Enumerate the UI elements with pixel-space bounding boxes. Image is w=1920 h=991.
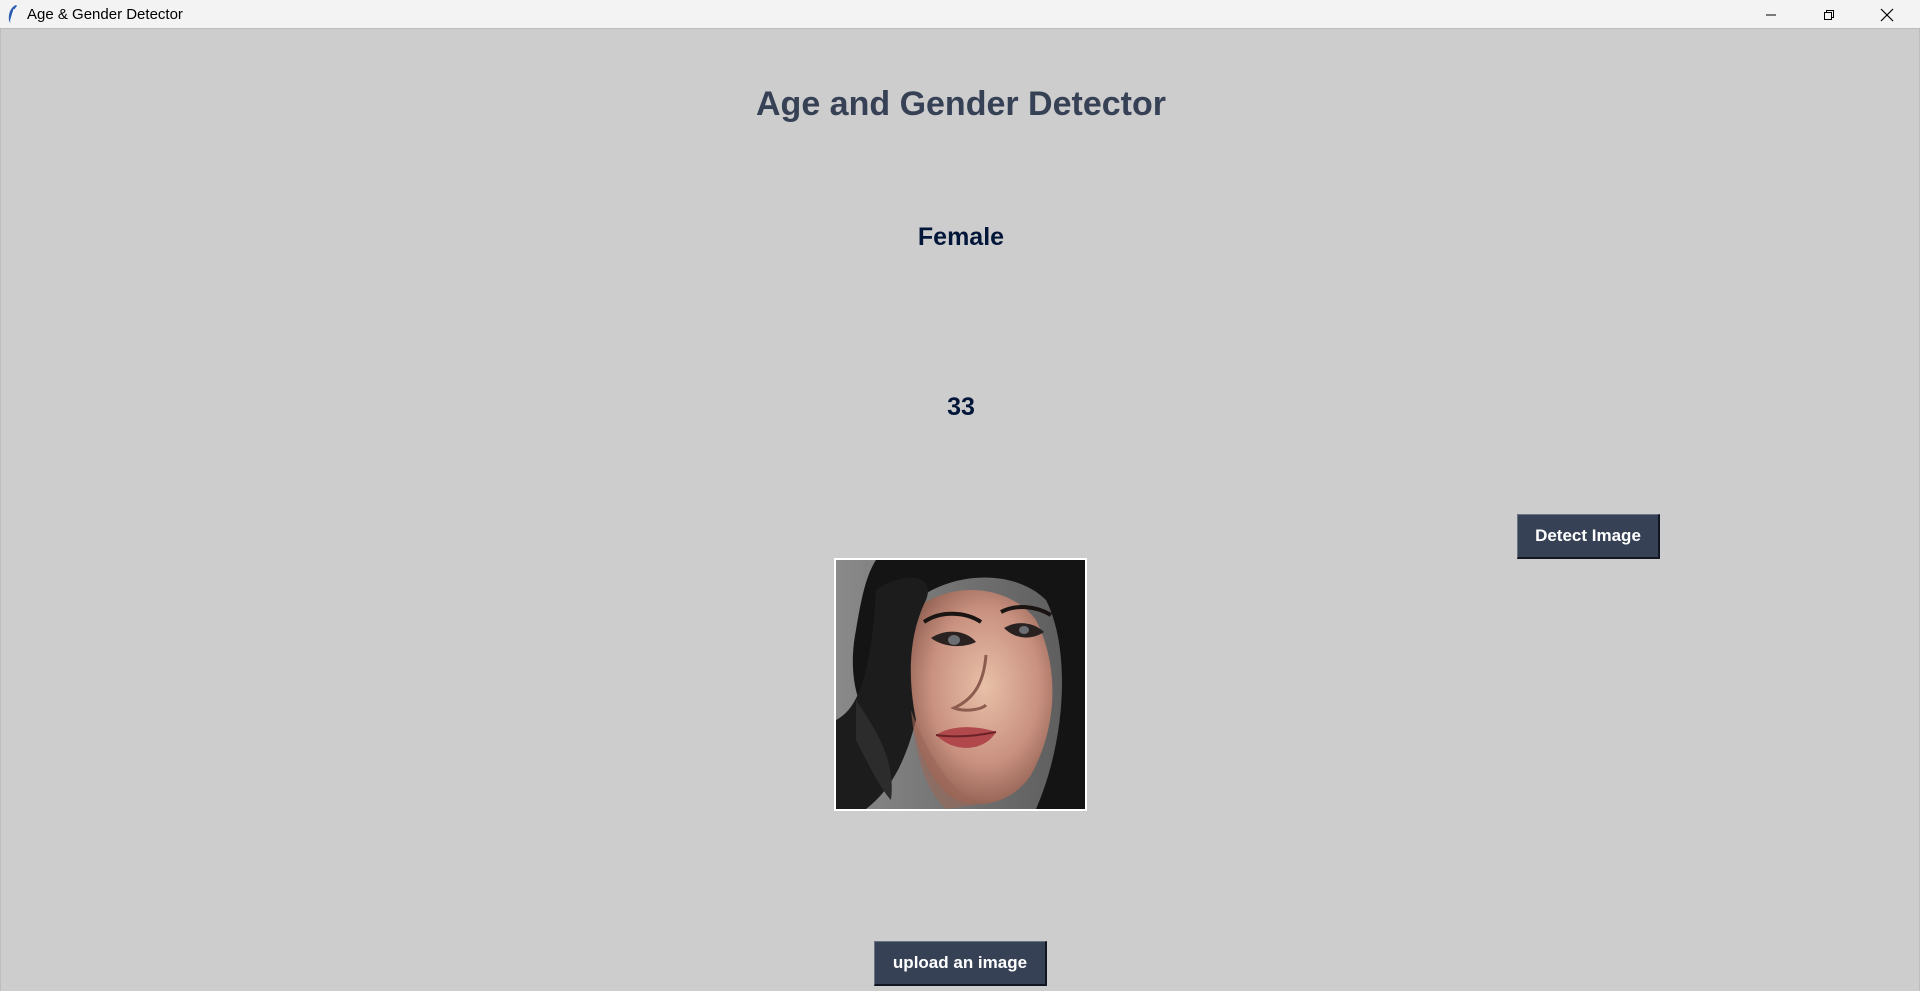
gender-result-label: Female — [917, 223, 1005, 251]
minimize-button[interactable] — [1742, 0, 1800, 29]
age-result-label: 33 — [947, 393, 975, 421]
detect-image-button[interactable]: Detect Image — [1517, 514, 1660, 559]
window-title: Age & Gender Detector — [27, 6, 183, 23]
feather-app-icon — [8, 5, 17, 23]
uploaded-image — [834, 558, 1087, 811]
face-photo-icon — [836, 560, 1085, 809]
upload-image-button[interactable]: upload an image — [874, 941, 1047, 986]
app-canvas: Age and Gender Detector Female 33 Detect… — [0, 29, 1920, 991]
minimize-icon — [1766, 14, 1776, 15]
close-button[interactable] — [1858, 0, 1916, 29]
restore-button[interactable] — [1800, 0, 1858, 29]
page-title: Age and Gender Detector — [756, 85, 1166, 123]
window-titlebar[interactable]: Age & Gender Detector — [0, 0, 1920, 29]
restore-icon — [1824, 9, 1834, 20]
close-icon — [1880, 8, 1894, 21]
